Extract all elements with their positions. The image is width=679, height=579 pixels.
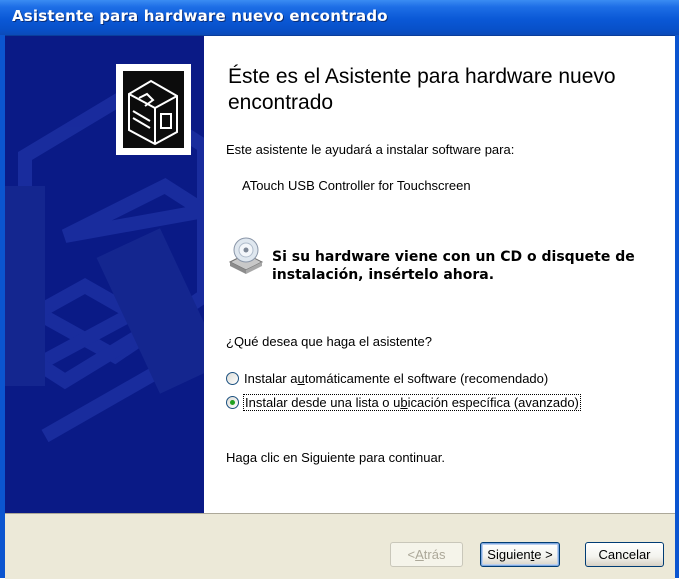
question-text: ¿Qué desea que haga el asistente?	[226, 334, 432, 349]
hardware-icon	[116, 64, 191, 155]
title-bar[interactable]: Asistente para hardware nuevo encontrado	[0, 0, 679, 36]
radio-install-automatic[interactable]: Instalar automáticamente el software (re…	[226, 368, 548, 388]
cd-note: Si su hardware viene con un CD o disquet…	[272, 249, 635, 283]
cd-drive-icon	[228, 237, 264, 274]
next-button[interactable]: Siguien t e >	[480, 542, 560, 567]
device-name: ATouch USB Controller for Touchscreen	[242, 178, 471, 193]
wizard-window: Asistente para hardware nuevo encontrado	[0, 0, 679, 579]
window-title: Asistente para hardware nuevo encontrado	[12, 7, 388, 25]
window-frame-right	[675, 35, 679, 578]
radio-button-automatic[interactable]	[226, 371, 239, 385]
radio-install-from-list[interactable]: Instalar desde una lista o ubicación esp…	[226, 392, 581, 412]
sidebar-decoration-graphic	[5, 64, 204, 443]
button-bar: < Atrás Siguien t e > Cancelar	[5, 513, 675, 579]
wizard-heading: Éste es el Asistente para hardware nuevo…	[228, 65, 616, 114]
radio-label-from-list[interactable]: Instalar desde una lista o ubicación esp…	[243, 393, 581, 411]
radio-label-automatic[interactable]: Instalar automáticamente el software (re…	[244, 371, 548, 386]
radio-button-from-list[interactable]	[226, 395, 239, 409]
continue-text: Haga clic en Siguiente para continuar.	[226, 450, 445, 465]
wizard-sidebar-banner	[5, 36, 204, 513]
cancel-button[interactable]: Cancelar	[585, 542, 664, 567]
intro-text: Este asistente le ayudará a instalar sof…	[226, 142, 515, 157]
wizard-content: Éste es el Asistente para hardware nuevo…	[204, 36, 675, 513]
back-button[interactable]: < Atrás	[390, 542, 463, 567]
